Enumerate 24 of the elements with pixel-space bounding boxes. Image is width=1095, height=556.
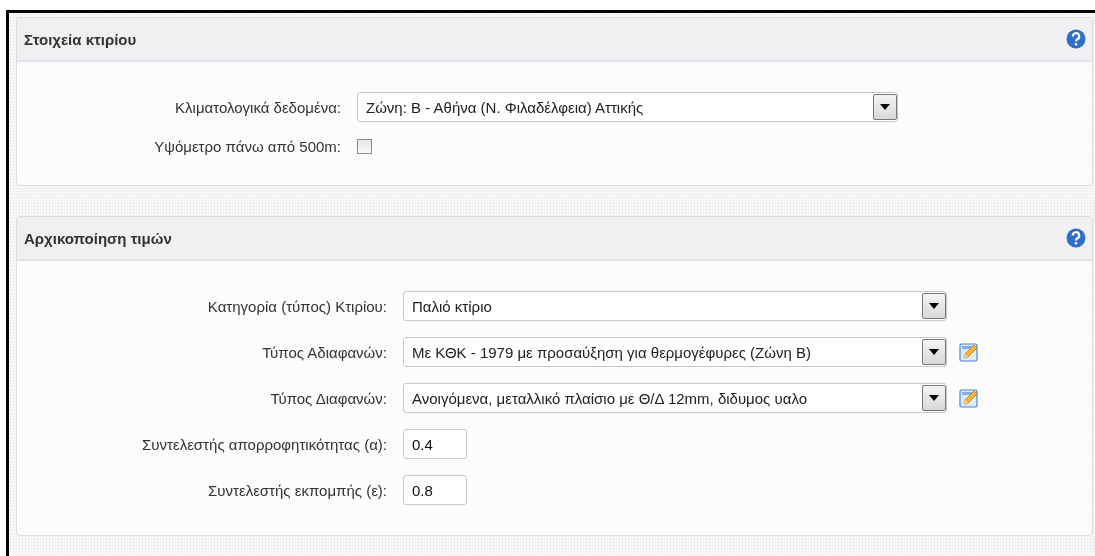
field-label: Συντελεστής εκπομπής (ε): xyxy=(208,481,387,499)
panel-title: Στοιχεία κτιρίου xyxy=(24,30,137,48)
field-label: Υψόμετρο πάνω από 500m: xyxy=(154,138,341,155)
field-label: Συντελεστής απορροφητικότητας (α): xyxy=(142,435,387,453)
caret-icon[interactable] xyxy=(873,94,897,120)
input-field[interactable]: 0.8 xyxy=(403,475,467,505)
edit-icon[interactable] xyxy=(959,388,979,408)
edit-icon[interactable] xyxy=(959,342,979,362)
dropdown[interactable]: Παλιό κτίριο xyxy=(403,291,947,321)
dropdown[interactable]: Με ΚΘΚ - 1979 με προσαύξηση για θερμογέφυρες (Ζώνη Β) xyxy=(403,337,947,367)
help-icon[interactable] xyxy=(1066,29,1086,49)
dropdown[interactable]: Ανοιγόμενα, μεταλλικό πλαίσιο με Θ/Δ 12mm, διδυμος υαλο xyxy=(403,383,947,413)
help-icon[interactable] xyxy=(1066,228,1086,248)
field-label: Τύπος Διαφανών: xyxy=(270,389,387,407)
dropdown[interactable]: Ζώνη: Β - Αθήνα (Ν. Φιλαδέλφεια) Αττικής xyxy=(357,92,898,122)
field-label: Κατηγορία (τύπος) Κτιρίου: xyxy=(207,297,387,315)
checkbox[interactable] xyxy=(357,139,372,154)
panel-title: Αρχικοποίηση τιμών xyxy=(24,229,172,247)
caret-icon[interactable] xyxy=(922,293,946,319)
input-field[interactable]: 0.4 xyxy=(403,429,467,459)
caret-icon[interactable] xyxy=(922,339,946,365)
caret-icon[interactable] xyxy=(922,385,946,411)
field-label: Τύπος Αδιαφανών: xyxy=(262,343,387,361)
field-label: Κλιματολογικά δεδομένα: xyxy=(175,98,341,116)
